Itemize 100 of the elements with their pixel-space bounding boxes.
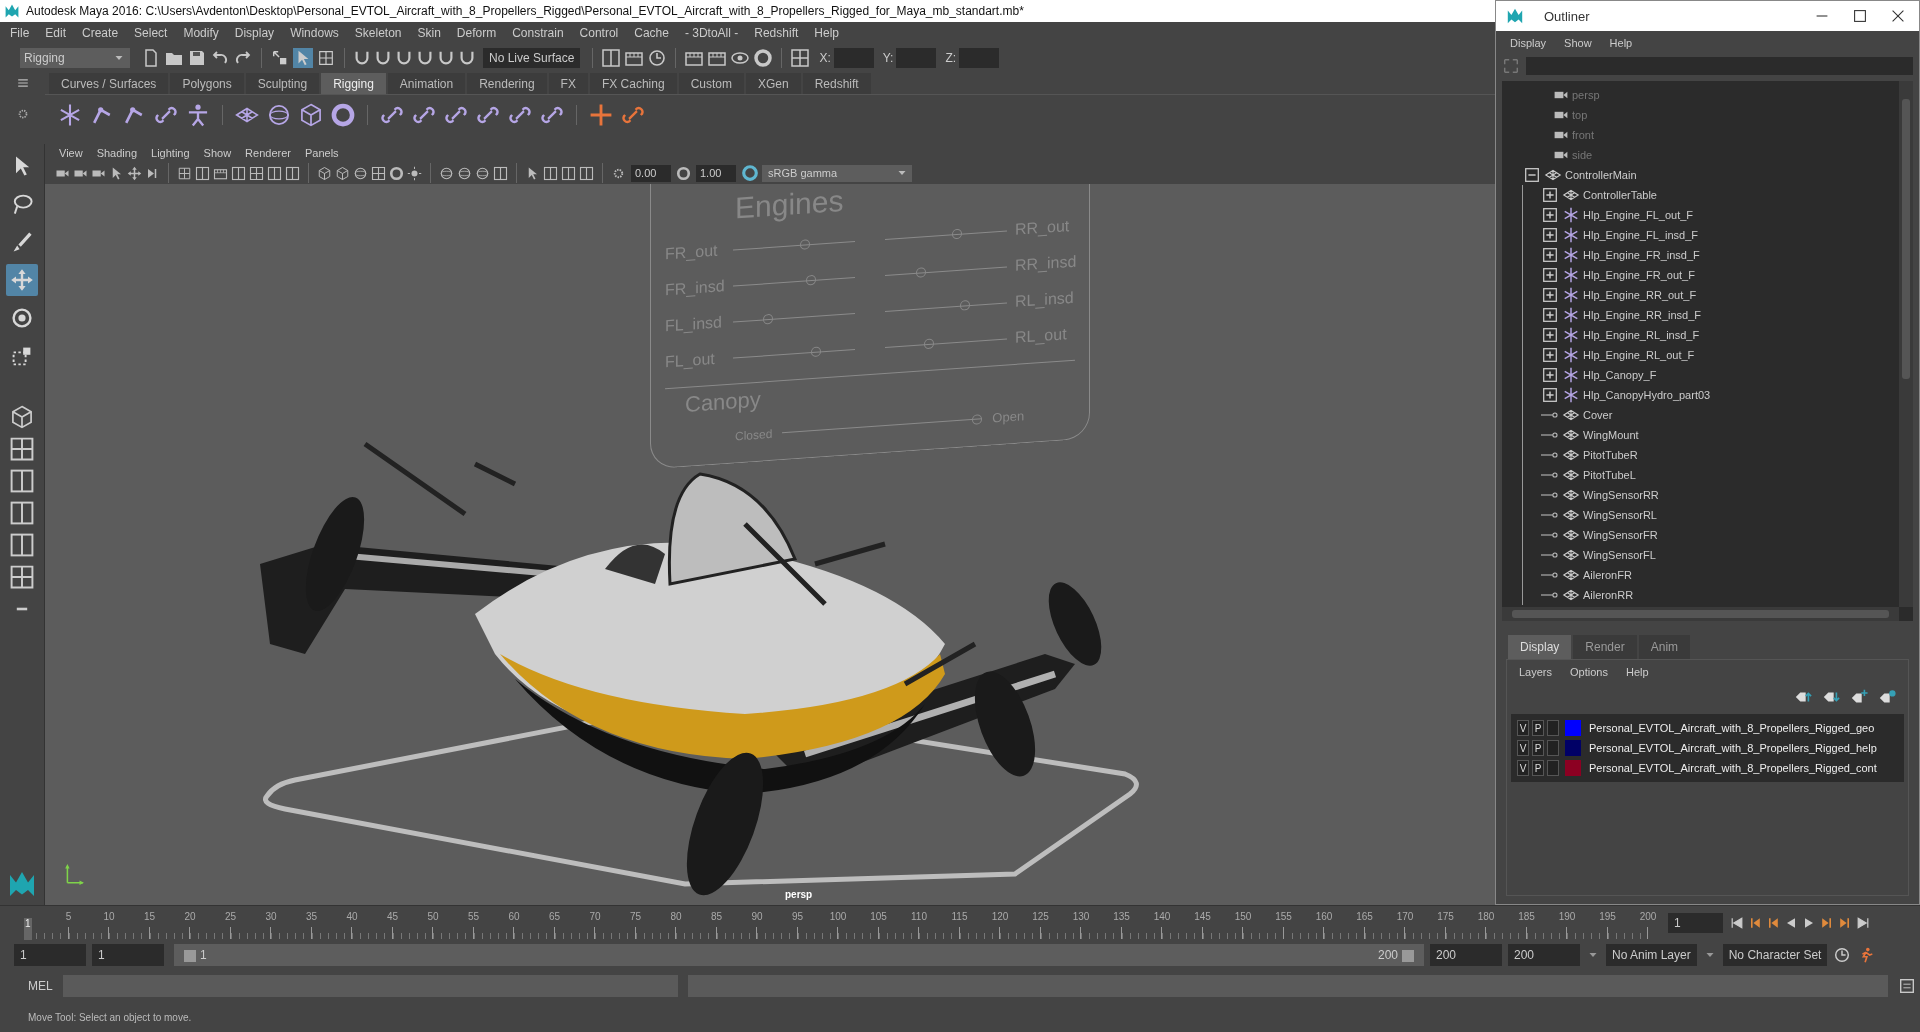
magnet-icon[interactable] (416, 49, 434, 67)
outliner-item[interactable]: Hlp_Engine_FL_out_F (1583, 209, 1694, 221)
outliner-item[interactable]: ControllerMain (1565, 169, 1637, 181)
visibility-toggle[interactable]: V (1517, 760, 1529, 776)
color-space-dropdown[interactable]: sRGB gamma (762, 164, 912, 182)
live-surface-field[interactable]: No Live Surface (483, 48, 581, 68)
menu-item[interactable]: Options (1570, 666, 1608, 678)
menu-item[interactable]: Help (1625, 666, 1649, 678)
menu-item[interactable]: Layers (1519, 666, 1553, 678)
menu-item[interactable]: Help (1609, 37, 1633, 49)
split-layout-icon[interactable] (561, 165, 576, 181)
expand-button[interactable] (1541, 326, 1559, 344)
menu-item[interactable]: Help (808, 24, 845, 42)
outliner-item[interactable]: PitotTubeL (1583, 469, 1636, 481)
viewport-menu-item[interactable]: Show (203, 147, 232, 159)
four-pane-layout-icon[interactable] (790, 48, 811, 68)
outliner-item[interactable]: Cover (1583, 409, 1613, 421)
shelf-tab[interactable]: Curves / Surfaces (49, 73, 169, 94)
menu-item[interactable]: Skeleton (348, 24, 408, 42)
playback-toggle[interactable]: P (1532, 720, 1544, 736)
menu-item[interactable]: Constrain (506, 24, 570, 42)
shelf-tab[interactable]: Redshift (802, 73, 871, 94)
menu-item[interactable]: Display (228, 24, 281, 42)
four-pane-layout-icon[interactable] (9, 564, 35, 590)
sphere-icon[interactable] (457, 165, 472, 181)
layer-editor-tab[interactable]: Render (1573, 635, 1637, 659)
four-pane-layout-icon[interactable] (371, 165, 386, 181)
coordinate-field[interactable] (896, 48, 937, 68)
magnet-icon[interactable] (374, 49, 392, 67)
cube-icon[interactable] (317, 165, 332, 181)
outliner-item[interactable]: Hlp_CanopyHydro_part03 (1583, 389, 1711, 401)
outliner-item[interactable]: Hlp_Engine_FR_out_F (1583, 269, 1695, 281)
reference-toggle[interactable] (1547, 720, 1559, 736)
command-language-label[interactable]: MEL (28, 979, 53, 993)
shelf-tab[interactable]: Custom (678, 73, 744, 94)
expand-button[interactable] (1541, 386, 1559, 404)
outliner-item[interactable]: front (1572, 129, 1594, 141)
viewport-menu-item[interactable]: Shading (96, 147, 138, 159)
end-frame-field[interactable]: 200 (1508, 944, 1580, 966)
menu-item[interactable]: Windows (284, 24, 345, 42)
menu-item[interactable]: Edit (39, 24, 73, 42)
save-icon[interactable] (187, 48, 207, 68)
shelf-tab[interactable]: XGen (745, 73, 801, 94)
search-field[interactable] (1526, 57, 1913, 75)
split-layout-icon[interactable] (231, 165, 246, 181)
expand-button[interactable] (1541, 286, 1559, 304)
collapse-button[interactable] (1523, 166, 1541, 184)
layer-color-swatch[interactable] (1565, 760, 1581, 776)
playback-toggle[interactable]: P (1532, 760, 1544, 776)
clock-icon[interactable] (647, 48, 668, 68)
shelf-tab[interactable]: Sculpting (245, 73, 320, 94)
visibility-toggle[interactable]: V (1517, 740, 1529, 756)
split-layout-icon[interactable] (195, 165, 210, 181)
expand-button[interactable] (1541, 206, 1559, 224)
maximize-icon[interactable] (1851, 7, 1869, 25)
menu-item[interactable]: Select (128, 24, 174, 42)
expand-button[interactable] (1541, 246, 1559, 264)
shelf-tab[interactable]: FX (548, 73, 588, 94)
gamma-field[interactable]: 1.00 (696, 164, 736, 182)
split-layout-icon[interactable] (543, 165, 558, 181)
magnet-icon[interactable] (395, 49, 413, 67)
split-layout-icon[interactable] (285, 165, 300, 181)
outliner-item[interactable]: Hlp_Engine_RL_insd_F (1583, 329, 1700, 341)
outliner-item[interactable]: WingSensorRL (1583, 509, 1657, 521)
go-to-start-icon[interactable] (1729, 915, 1745, 931)
outliner-item[interactable]: PitotTubeR (1583, 449, 1638, 461)
menu-item[interactable]: File (4, 24, 36, 42)
viewport-menu-item[interactable]: Panels (304, 147, 339, 159)
layer-editor-tab[interactable]: Display (1508, 635, 1572, 659)
magnet-icon[interactable] (458, 49, 476, 67)
outliner-item[interactable]: Hlp_Engine_RR_out_F (1583, 289, 1697, 301)
expand-button[interactable] (1541, 226, 1559, 244)
menu-item[interactable]: - 3DtoAll - (678, 24, 745, 42)
ring-icon[interactable] (753, 48, 774, 68)
expand-button[interactable] (1541, 306, 1559, 324)
mode-dropdown[interactable]: Rigging (20, 48, 130, 68)
outliner-item[interactable]: AileronFR (1583, 569, 1632, 581)
cube-icon[interactable] (9, 404, 35, 430)
menu-item[interactable]: Show (1564, 37, 1592, 49)
expand-button[interactable] (1541, 186, 1559, 204)
four-pane-layout-icon[interactable] (9, 436, 35, 462)
sphere-icon[interactable] (353, 165, 368, 181)
layer-name[interactable]: Personal_EVTOL_Aircraft_with_8_Propellers_Rigged_cont (1589, 762, 1877, 774)
menu-item[interactable]: Modify (177, 24, 225, 42)
ring-icon[interactable] (676, 165, 691, 181)
outliner-item[interactable]: WingSensorRR (1583, 489, 1659, 501)
split-layout-icon[interactable] (493, 165, 508, 181)
shelf-tab[interactable]: Polygons (170, 73, 244, 94)
coordinate-field[interactable] (959, 48, 1000, 68)
menu-item[interactable]: Skin (411, 24, 447, 42)
move-icon[interactable] (127, 165, 142, 181)
split-layout-icon[interactable] (9, 500, 35, 526)
outliner-item[interactable]: Hlp_Engine_RL_out_F (1583, 349, 1695, 361)
outliner-item[interactable]: Hlp_Canopy_F (1583, 369, 1657, 381)
ring-icon[interactable] (389, 165, 404, 181)
menu-item[interactable]: Create (76, 24, 125, 42)
layer-color-swatch[interactable] (1565, 740, 1581, 756)
outliner-item[interactable]: ControllerTable (1583, 189, 1657, 201)
cube-icon[interactable] (298, 101, 324, 128)
shelf-tab[interactable]: Rigging (321, 73, 386, 94)
